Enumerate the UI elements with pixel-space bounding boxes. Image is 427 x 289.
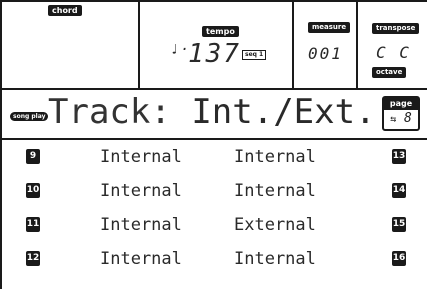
track-number: 12 [26,251,40,266]
track-mode[interactable]: Internal [100,180,182,202]
octave-label: octave [372,67,407,78]
track-number: 11 [26,217,40,232]
track-row: 12 Internal Internal 16 [2,247,427,273]
seq-badge: seq 1 [242,50,267,60]
page-label: page [384,98,418,110]
chord-cell[interactable]: chord [2,0,138,88]
title-bar: song play Track: Int./Ext. page ⇆ 8 [2,90,427,140]
tempo-cell[interactable]: tempo ♩· 137 seq 1 [140,0,292,88]
track-number: 14 [392,183,406,198]
track-mode[interactable]: Internal [234,248,316,270]
measure-cell: measure 001 [294,0,356,88]
page-indicator[interactable]: page ⇆ 8 [382,96,420,131]
track-number: 10 [26,183,40,198]
track-mode[interactable]: Internal [234,146,316,168]
title-prefix: Track: [48,92,171,132]
measure-value: 001 [308,44,343,63]
measure-label: measure [308,22,351,33]
page-title: Track: Int./Ext. [48,91,376,133]
transpose-value: C C [376,43,411,62]
track-mode[interactable]: Internal [100,248,182,270]
track-mode[interactable]: External [234,214,316,236]
track-row: 10 Internal Internal 14 [2,179,427,205]
track-row: 9 Internal Internal 13 [2,145,427,171]
track-number: 16 [392,251,406,266]
chord-label: chord [48,5,82,16]
track-mode[interactable]: Internal [100,214,182,236]
page-value: 8 [404,111,412,126]
track-row: 11 Internal External 15 [2,213,427,239]
transpose-label: transpose [372,23,420,34]
track-number: 13 [392,149,406,164]
track-mode[interactable]: Internal [234,180,316,202]
page-arrows-icon: ⇆ [390,114,397,125]
mode-pill: song play [10,112,49,121]
track-mode[interactable]: Internal [100,146,182,168]
status-strip: chord tempo ♩· 137 seq 1 measure 001 tra… [2,0,427,90]
tempo-label: tempo [202,26,239,37]
transpose-cell[interactable]: transpose C C octave [358,0,427,88]
track-number: 15 [392,217,406,232]
page-value-row: ⇆ 8 [384,111,418,128]
track-number: 9 [26,149,40,164]
title-value: Int./Ext. [191,92,376,132]
tempo-value: 137 [188,39,241,69]
